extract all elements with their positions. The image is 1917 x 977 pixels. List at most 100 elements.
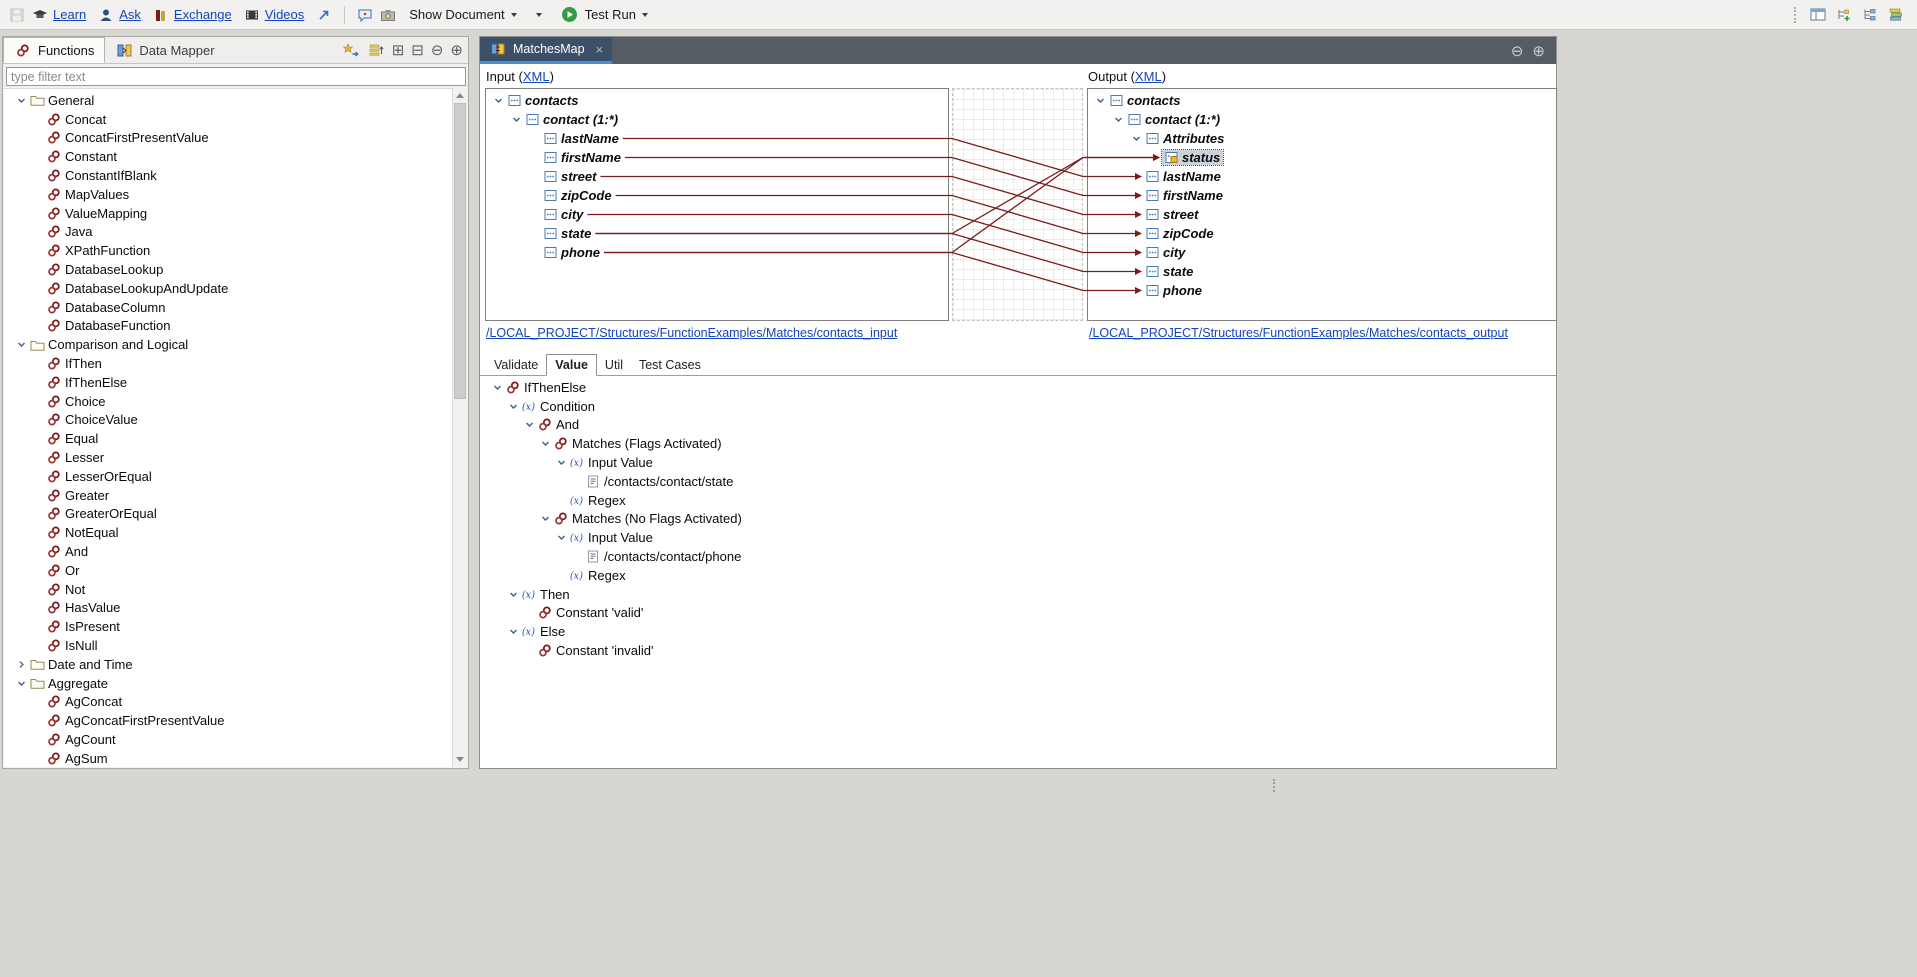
test-run-button[interactable]: Test Run [554, 3, 655, 27]
value-tree-item[interactable]: And [481, 416, 1555, 435]
input-node[interactable]: zipCode [486, 186, 948, 205]
collapse-all-icon[interactable] [367, 41, 385, 59]
value-tree-item[interactable]: /contacts/contact/phone [481, 547, 1555, 566]
input-node[interactable]: firstName [486, 148, 948, 167]
learn-link[interactable]: Learn [53, 7, 86, 22]
chevron-down-icon[interactable] [1128, 133, 1144, 145]
function-tree-item[interactable]: Concat [4, 110, 454, 129]
function-tree-item[interactable]: Comparison and Logical [4, 335, 454, 354]
chevron-down-icon[interactable] [537, 438, 553, 450]
function-tree-item[interactable]: ConstantIfBlank [4, 166, 454, 185]
input-node[interactable]: state [486, 224, 948, 243]
speech-bubble-icon[interactable] [356, 6, 374, 24]
output-node[interactable]: contacts [1088, 91, 1556, 110]
tab-functions[interactable]: Functions [3, 37, 105, 63]
input-node[interactable]: phone [486, 243, 948, 262]
tab-util[interactable]: Util [597, 355, 631, 375]
value-tree-item[interactable]: (x)Regex [481, 491, 1555, 510]
function-tree-item[interactable]: IfThen [4, 354, 454, 373]
chevron-down-icon[interactable] [505, 588, 521, 600]
output-node[interactable]: zipCode [1088, 224, 1556, 243]
function-tree-item[interactable]: Or [4, 561, 454, 580]
input-node[interactable]: city [486, 205, 948, 224]
value-tree-item[interactable]: Matches (Flags Activated) [481, 434, 1555, 453]
chevron-down-icon[interactable] [13, 94, 29, 106]
output-node[interactable]: city [1088, 243, 1556, 262]
value-tree-item[interactable]: (x)Regex [481, 566, 1555, 585]
value-tree-item[interactable]: (x)Input Value [481, 528, 1555, 547]
functions-scrollbar[interactable] [452, 88, 467, 767]
external-link-icon[interactable] [315, 6, 333, 24]
output-structure-link[interactable]: /LOCAL_PROJECT/Structures/FunctionExampl… [1089, 326, 1508, 340]
value-tree-item[interactable]: /contacts/contact/state [481, 472, 1555, 491]
function-tree-item[interactable]: General [4, 91, 454, 110]
function-tree-item[interactable]: DatabaseColumn [4, 298, 454, 317]
function-tree-item[interactable]: AgCount [4, 730, 454, 749]
value-tree-item[interactable]: (x)Condition [481, 397, 1555, 416]
output-node[interactable]: state [1088, 262, 1556, 281]
videos-link[interactable]: Videos [265, 7, 305, 22]
collapse-tree-icon[interactable]: ⊟ [411, 43, 424, 58]
tab-test-cases[interactable]: Test Cases [631, 355, 709, 375]
output-node[interactable]: street [1088, 205, 1556, 224]
value-tree-item[interactable]: Constant 'invalid' [481, 641, 1555, 660]
output-node[interactable]: lastName [1088, 167, 1556, 186]
chevron-down-icon[interactable] [13, 677, 29, 689]
stacked-books-icon[interactable] [1887, 6, 1905, 24]
camera-icon[interactable] [379, 6, 397, 24]
input-structure-link[interactable]: /LOCAL_PROJECT/Structures/FunctionExampl… [486, 326, 897, 340]
tab-value[interactable]: Value [546, 354, 597, 376]
output-node[interactable]: contact (1:*) [1088, 110, 1556, 129]
function-tree-item[interactable]: NotEqual [4, 523, 454, 542]
function-tree-item[interactable]: DatabaseLookupAndUpdate [4, 279, 454, 298]
function-tree-item[interactable]: ChoiceValue [4, 411, 454, 430]
tab-data-mapper[interactable]: Data Mapper [105, 37, 224, 63]
minimize-icon[interactable]: ⊖ [1511, 42, 1524, 60]
close-icon[interactable]: × [596, 42, 604, 57]
chevron-down-icon[interactable] [537, 513, 553, 525]
tab-matchesmap[interactable]: MatchesMap × [480, 37, 612, 64]
function-tree-item[interactable]: Equal [4, 429, 454, 448]
maximize-icon[interactable]: ⊕ [450, 43, 463, 58]
function-tree-item[interactable]: DatabaseLookup [4, 260, 454, 279]
expand-all-icon[interactable]: ⊞ [392, 43, 405, 58]
chevron-down-icon[interactable] [553, 532, 569, 544]
minimize-icon[interactable]: ⊖ [431, 43, 444, 58]
scroll-thumb[interactable] [454, 103, 466, 399]
value-tree-item[interactable]: Matches (No Flags Activated) [481, 510, 1555, 529]
sash-handle[interactable] [1273, 779, 1275, 792]
input-node[interactable]: street [486, 167, 948, 186]
function-tree-item[interactable]: Date and Time [4, 655, 454, 674]
scroll-up-button[interactable] [453, 88, 467, 103]
function-tree-item[interactable]: Not [4, 580, 454, 599]
input-node[interactable]: contact (1:*) [486, 110, 948, 129]
window-layout-icon[interactable] [1809, 6, 1827, 24]
input-xml-link[interactable]: XML [523, 69, 550, 84]
output-node[interactable]: firstName [1088, 186, 1556, 205]
function-tree-item[interactable]: ConcatFirstPresentValue [4, 129, 454, 148]
function-tree-item[interactable]: IfThenElse [4, 373, 454, 392]
value-tree-item[interactable]: IfThenElse [481, 378, 1555, 397]
function-tree-item[interactable]: GreaterOrEqual [4, 505, 454, 524]
function-tree-item[interactable]: Choice [4, 392, 454, 411]
link-with-editor-icon[interactable] [342, 41, 360, 59]
toolbar-grip[interactable] [1794, 7, 1796, 23]
chevron-down-icon[interactable] [1092, 95, 1108, 107]
function-tree-item[interactable]: HasValue [4, 599, 454, 618]
chevron-down-icon[interactable] [13, 339, 29, 351]
function-tree-item[interactable]: Constant [4, 147, 454, 166]
chevron-down-icon[interactable] [489, 381, 505, 393]
output-node[interactable]: Attributes [1088, 129, 1556, 148]
output-xml-link[interactable]: XML [1135, 69, 1162, 84]
function-tree-item[interactable]: MapValues [4, 185, 454, 204]
chevron-down-icon[interactable] [521, 419, 537, 431]
function-tree-item[interactable]: AgConcat [4, 693, 454, 712]
save-icon[interactable] [8, 6, 26, 24]
output-node[interactable]: phone [1088, 281, 1556, 300]
function-tree-item[interactable]: ValueMapping [4, 204, 454, 223]
value-tree-item[interactable]: Constant 'valid' [481, 604, 1555, 623]
function-tree-item[interactable]: XPathFunction [4, 241, 454, 260]
value-tree-item[interactable]: (x)Then [481, 585, 1555, 604]
chevron-down-icon[interactable] [505, 400, 521, 412]
show-document-dropdown[interactable]: Show Document [402, 4, 523, 25]
